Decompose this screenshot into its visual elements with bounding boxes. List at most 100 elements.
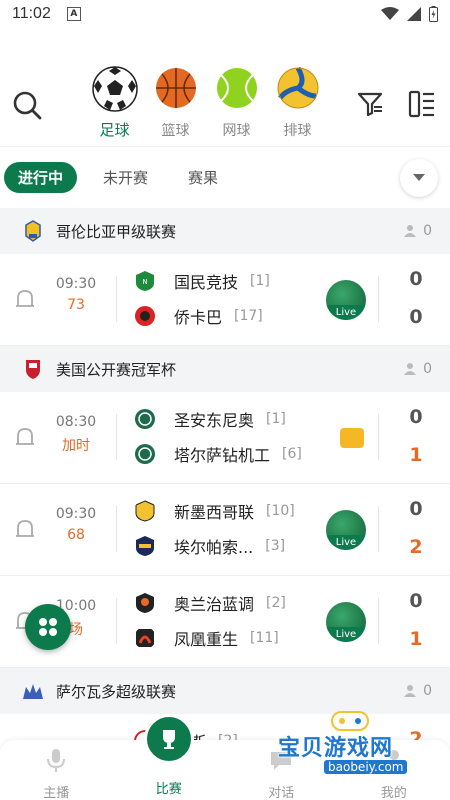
live-label: Live	[326, 535, 366, 550]
team-crest-icon	[136, 629, 154, 647]
match-time: 09:30 73	[48, 276, 104, 313]
home-team: 新墨西哥联 [10]	[134, 498, 295, 524]
volleyball-icon	[277, 66, 318, 109]
match-row[interactable]: 09:30 68 新墨西哥联 [10] 埃尔帕索... [3] Live 0 2	[0, 484, 450, 576]
match-minute: 68	[67, 527, 85, 543]
divider	[116, 276, 117, 322]
away-score: 1	[409, 444, 423, 466]
away-score: 0	[409, 306, 423, 328]
status-bar: 11:02 A	[0, 0, 450, 28]
follow-count-value: 0	[423, 683, 432, 699]
live-stream-button[interactable]: Live	[326, 602, 366, 642]
live-stream-button[interactable]: Live	[326, 280, 366, 320]
team-rank: [6]	[282, 446, 302, 462]
match-row[interactable]: 09:30 73 N 国民竞技 [1] 侨卡巴 [17] Live 0 0	[0, 254, 450, 346]
tab-in-progress[interactable]: 进行中	[4, 162, 78, 193]
match-status: 加时	[62, 438, 90, 454]
bell-icon[interactable]	[14, 518, 36, 542]
grid-apps-icon	[39, 618, 57, 636]
home-team: 奥兰治蓝调 [2]	[134, 590, 286, 616]
divider	[378, 506, 379, 552]
sport-label: 网球	[222, 123, 251, 139]
team-rank: [1]	[266, 411, 286, 427]
nav-streamers[interactable]: 主播	[0, 740, 113, 800]
sport-tab-basketball[interactable]: 篮球	[145, 66, 206, 140]
apps-fab-button[interactable]	[25, 604, 71, 650]
team-crest-icon	[136, 593, 154, 613]
league-follow-count: 0	[403, 361, 432, 377]
league-header[interactable]: 美国公开赛冠军杯 0	[0, 346, 450, 392]
team-crest-icon	[135, 306, 155, 326]
sport-tab-football[interactable]: 足球	[84, 66, 145, 140]
divider	[116, 414, 117, 460]
user-icon	[404, 225, 417, 237]
search-icon[interactable]	[12, 90, 42, 120]
away-team: 侨卡巴 [17]	[134, 303, 263, 329]
team-name: 国民竞技	[174, 273, 239, 292]
tab-results[interactable]: 赛果	[174, 162, 232, 193]
status-tabs: 进行中 未开赛 赛果	[0, 146, 450, 208]
away-score: 1	[409, 628, 423, 650]
expand-dropdown-button[interactable]	[400, 158, 438, 197]
battery-icon	[429, 6, 438, 22]
kickoff-time: 09:30	[55, 276, 97, 292]
status-icons	[381, 6, 438, 22]
team-rank: [1]	[250, 273, 270, 289]
chevron-down-icon	[413, 174, 425, 181]
team-name: 塔尔萨钻机工	[174, 446, 271, 465]
live-stream-button[interactable]: Live	[326, 510, 366, 550]
home-team: 圣安东尼奥 [1]	[134, 406, 286, 432]
league-name: 美国公开赛冠军杯	[56, 360, 177, 379]
sport-tab-volleyball[interactable]: 排球	[267, 66, 328, 140]
nav-label: 对话	[268, 786, 295, 800]
team-crest-icon	[135, 500, 155, 522]
match-time: 08:30 加时	[48, 414, 104, 455]
header: 足球 篮球 网球 排球	[0, 28, 450, 146]
team-name: 埃尔帕索...	[174, 538, 254, 557]
tennis-ball-icon	[216, 68, 257, 108]
match-row[interactable]: 08:30 加时 圣安东尼奥 [1] 塔尔萨钻机工 [6] 0 1	[0, 392, 450, 484]
league-logo-icon	[22, 679, 44, 703]
away-team: 塔尔萨钻机工 [6]	[134, 441, 302, 467]
bell-icon[interactable]	[14, 426, 36, 450]
divider	[378, 276, 379, 322]
league-header[interactable]: 哥伦比亚甲级联赛 0	[0, 208, 450, 254]
filter-icon[interactable]	[356, 90, 384, 118]
home-score: 0	[409, 406, 423, 428]
team-name: 圣安东尼奥	[174, 411, 255, 430]
league-follow-count: 0	[403, 223, 432, 239]
microphone-icon	[47, 749, 66, 772]
lineup-icon[interactable]	[340, 428, 364, 448]
team-name: 侨卡巴	[174, 308, 223, 327]
user-icon	[404, 685, 417, 697]
team-crest-icon	[135, 444, 155, 464]
league-logo-icon	[22, 357, 44, 381]
team-crest-icon	[136, 536, 154, 556]
kickoff-time: 09:30	[55, 506, 97, 522]
football-icon	[91, 66, 138, 112]
watermark-title: 宝贝游戏网	[278, 736, 394, 761]
list-layout-icon[interactable]	[408, 90, 436, 118]
home-team: N 国民竞技 [1]	[134, 268, 270, 294]
away-score: 2	[409, 536, 423, 558]
home-score: 0	[409, 268, 423, 290]
team-rank: [11]	[250, 630, 279, 646]
nav-matches[interactable]: 比赛	[113, 714, 226, 800]
nav-label: 我的	[380, 786, 407, 800]
tab-upcoming[interactable]: 未开赛	[89, 162, 162, 193]
bell-icon[interactable]	[14, 288, 36, 312]
notification-a-icon: A	[66, 7, 81, 21]
user-icon	[404, 363, 417, 375]
league-name: 萨尔瓦多超级联赛	[56, 682, 177, 701]
svg-text:N: N	[142, 278, 147, 286]
basketball-icon	[155, 68, 196, 108]
app: 11:02 A 足球 篮球 网球 排球 进行中 未开赛 赛果 哥伦比亚甲级联赛 …	[0, 0, 450, 800]
wifi-icon	[381, 7, 399, 20]
nav-label: 主播	[43, 786, 70, 800]
team-crest-icon	[135, 409, 155, 429]
sport-tab-tennis[interactable]: 网球	[206, 66, 267, 140]
follow-count-value: 0	[423, 223, 432, 239]
status-time: 11:02	[12, 5, 51, 22]
match-minute: 73	[67, 297, 85, 313]
away-team: 埃尔帕索... [3]	[134, 533, 285, 559]
